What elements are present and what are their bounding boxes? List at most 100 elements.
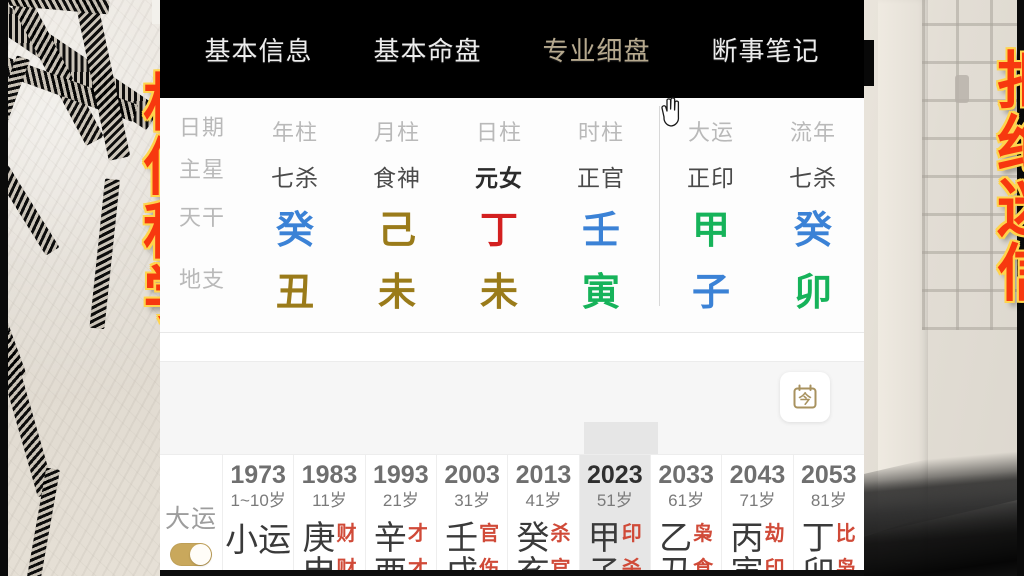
timeline-columns: 1973 1~10岁 小运 1983 11岁 庚 财 申 财 1993 21岁 … [222,455,864,576]
timeline-age: 61岁 [668,491,705,510]
top-tab-bar: 基本信息 基本命盘 专业细盘 断事笔记 [160,0,864,98]
timeline-column-1983[interactable]: 1983 11岁 庚 财 申 财 [293,455,364,576]
timeline-glyphs: 壬 官 戌 伤 [445,521,499,576]
timeline-stem-line: 壬 官 [445,521,499,554]
col-header-month: 月柱 [373,120,420,145]
timeline-year: 1973 [230,461,286,489]
timeline-year: 2013 [515,461,572,489]
today-button[interactable]: 今 [780,372,830,422]
timeline-glyphs: 甲 印 子 杀 [588,521,642,576]
main-star-year: 七杀 [271,165,319,191]
timeline-age: 31岁 [454,491,491,510]
row-label-heavenly-stem: 天干 [178,205,225,230]
timeline-column-2013[interactable]: 2013 41岁 癸 杀 亥 官 [507,455,578,576]
stem-day: 丁 [479,210,518,252]
timeline-age: 1~10岁 [230,491,286,510]
branch-annual: 卯 [793,272,832,314]
timeline-year: 1993 [373,461,429,489]
timeline-column-2043[interactable]: 2043 71岁 丙 劫 寅 印 [721,455,792,576]
pillar-table: 日期 年柱 月柱 日柱 时柱 大运 流年 主星 七杀 食神 元女 正官 正印 七… [160,97,864,333]
tab-pro-detail[interactable]: 专业细盘 [512,31,681,68]
branch-hour: 寅 [581,272,620,314]
timeline-column-2033[interactable]: 2033 61岁 乙 枭 丑 食 [649,455,721,576]
timeline-age: 11岁 [312,491,347,510]
timeline-stem-tag: 劫 [764,523,785,545]
timeline-year: 2043 [729,461,786,489]
row-label-main-star: 主星 [178,157,225,182]
timeline-stem: 癸 [516,519,550,556]
tab-basic-info[interactable]: 基本信息 [174,31,343,68]
timeline-column-1973[interactable]: 1973 1~10岁 小运 [222,455,293,576]
branch-month: 未 [377,272,416,314]
controls-panel: 今 [160,362,864,455]
timeline-stem-line: 乙 枭 [659,521,713,554]
branch-year: 丑 [275,272,314,314]
timeline-glyphs: 癸 杀 亥 官 [516,521,570,576]
timeline-column-2053[interactable]: 2053 81岁 丁 比 卯 枭 [792,455,864,576]
timeline-year: 2023 [586,461,643,489]
timeline-stem-tag: 财 [336,523,357,545]
timeline-label: 大运 [164,504,217,533]
table-main-star-row: 主星 七杀 食神 元女 正官 正印 七杀 [160,152,864,200]
timeline-age: 21岁 [382,491,419,510]
timeline-side-control: 大运 [160,455,222,576]
timeline-column-2003[interactable]: 2003 31岁 壬 官 戌 伤 [435,455,507,576]
timeline-glyphs: 丁 比 卯 枭 [802,521,856,576]
timeline-stem: 辛 [373,519,407,556]
stem-annual: 癸 [793,210,832,252]
col-header-annual: 流年 [789,120,836,145]
timeline-stem-tag: 官 [479,523,500,545]
timeline-glyphs: 丙 劫 寅 印 [730,521,784,576]
timeline-stem: 丙 [730,519,764,556]
timeline-year: 2033 [658,461,714,489]
main-star-month: 食神 [373,165,421,191]
active-column-highlight-extension [584,422,658,454]
timeline-stem-tag: 枭 [693,523,714,545]
timeline-year: 2003 [444,461,500,489]
left-decorative-banner: 相信科学 [0,0,165,576]
branch-luck: 子 [691,272,730,314]
timeline-column-1993[interactable]: 1993 21岁 辛 才 酉 才 [364,455,436,576]
timeline-year: 1983 [301,461,358,489]
col-header-year: 年柱 [271,120,318,145]
table-heavenly-stem-row: 天干 癸 己 丁 壬 甲 癸 [160,200,864,262]
stem-month: 己 [377,210,416,252]
timeline-stem-tag: 才 [407,523,428,545]
screenshot-root: 相信科学 拒绝迷信 基本信息 基本命盘 专业细盘 断事笔记 日期 年柱 月柱 日… [0,0,1024,576]
left-banner-text: 相信科学 [133,70,165,326]
luck-pillar-timeline: 大运 1973 1~10岁 小运 1983 11岁 庚 财 申 财 1993 2… [160,455,864,576]
timeline-stem-line: 甲 印 [588,521,642,554]
row-label-date: 日期 [178,115,225,140]
col-header-day: 日柱 [475,120,522,145]
calendar-today-icon: 今 [793,384,817,409]
main-star-annual: 七杀 [789,165,837,191]
timeline-stem: 甲 [587,519,621,556]
main-star-day: 元女 [475,165,523,191]
timeline-stem-tag: 印 [621,523,642,545]
timeline-glyphs: 乙 枭 丑 食 [659,521,713,576]
timeline-glyphs: 辛 才 酉 才 [374,521,428,576]
timeline-age: 41岁 [525,491,562,510]
timeline-stem-line: 辛 才 [374,521,428,554]
timeline-stem-tag: 杀 [550,523,571,545]
app-bottom-edge [160,570,864,576]
tab-notes[interactable]: 断事笔记 [681,31,850,68]
stem-luck: 甲 [691,210,730,252]
right-banner-text: 拒绝迷信 [987,48,1024,304]
timeline-stem: 丁 [801,519,835,556]
spacer-strip [160,333,864,362]
timeline-glyphs: 庚 财 申 财 [302,521,356,576]
col-header-hour: 时柱 [577,120,624,145]
branch-day: 未 [479,272,518,314]
tab-basic-chart[interactable]: 基本命盘 [343,31,512,68]
timeline-stem: 庚 [302,519,336,556]
timeline-year: 2053 [800,461,857,489]
stem-year: 癸 [275,210,314,252]
right-decorative-banner: 拒绝迷信 [860,0,1024,576]
table-header-row: 日期 年柱 月柱 日柱 时柱 大运 流年 [160,110,864,152]
timeline-stem-line: 丙 劫 [730,521,784,554]
timeline-stem-tag: 比 [835,523,856,545]
luck-pillar-toggle[interactable] [170,542,212,566]
timeline-column-2023[interactable]: 2023 51岁 甲 印 子 杀 [578,455,650,576]
timeline-stem-line: 丁 比 [802,521,856,554]
